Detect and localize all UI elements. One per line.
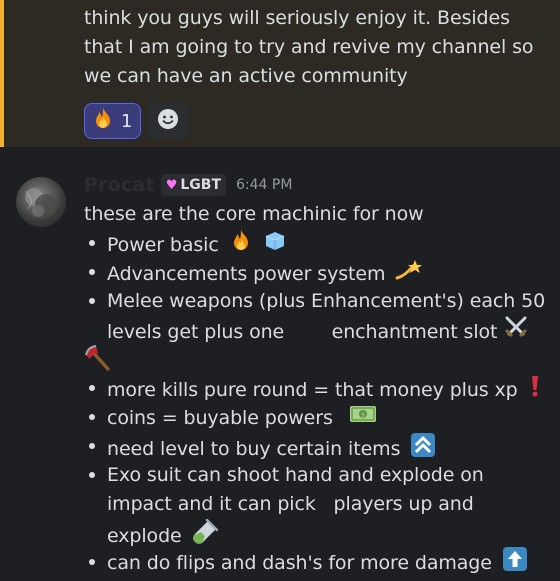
message-line: that I am going to try and revive my cha… xyxy=(84,36,534,58)
avatar[interactable] xyxy=(16,177,66,227)
add-reaction-button[interactable] xyxy=(147,103,190,139)
bullet-dot xyxy=(89,269,95,275)
list-item-text: coins = buyable powers xyxy=(107,407,333,429)
list-item: need level to buy certain items xyxy=(107,432,436,461)
crossed-swords-emoji xyxy=(503,316,529,349)
tag-label: LGBT xyxy=(180,177,222,193)
reaction-fire[interactable]: 1 xyxy=(84,103,142,139)
exclamation-emoji xyxy=(528,374,542,407)
message-line: think you guys will seriously enjoy it. … xyxy=(84,7,510,29)
list-item-continuation: levels get plus one enchantment slot xyxy=(107,316,529,345)
list-item-text: Power basic xyxy=(107,234,219,256)
fire-emoji-icon xyxy=(91,107,115,135)
bullet-dot xyxy=(89,472,95,478)
list-item-text: levels get plus one enchantment slot xyxy=(107,321,498,343)
list-item: Exo suit can shoot hand and explode on xyxy=(107,464,484,486)
add-reaction-icon xyxy=(156,107,180,135)
list-item: can do flips and dash's for more damage xyxy=(107,546,528,575)
bullet-dot xyxy=(89,385,95,391)
list-item-text: need level to buy certain items xyxy=(107,438,401,460)
message-header: Procat ♥ LGBT 6:44 PM xyxy=(84,171,292,199)
list-item-text: Advancements power system xyxy=(107,263,386,285)
mention-highlight-bar xyxy=(0,0,4,147)
list-item-continuation: impact and it can pick players up and xyxy=(107,493,474,515)
list-item-text: more kills pure round = that money plus … xyxy=(107,379,518,401)
reaction-bar: 1 xyxy=(84,103,190,139)
bullet-dot xyxy=(89,414,95,420)
pink-heart-icon: ♥ xyxy=(165,177,178,193)
list-item-continuation: explode xyxy=(107,518,218,548)
list-item-text: can do flips and dash's for more damage xyxy=(107,552,492,574)
timestamp: 6:44 PM xyxy=(236,177,293,193)
list-item: Advancements power system xyxy=(107,258,423,287)
svg-text:$: $ xyxy=(361,411,365,419)
list-item: more kills pure round = that money plus … xyxy=(107,374,542,403)
list-item: Melee weapons (plus Enhancement's) each … xyxy=(107,290,546,312)
username[interactable]: Procat xyxy=(84,174,155,196)
list-item-text: explode xyxy=(107,525,182,547)
bullet-dot xyxy=(89,298,95,304)
reaction-count: 1 xyxy=(121,110,133,132)
axe-emoji xyxy=(84,345,112,374)
list-item: coins = buyable powers $ xyxy=(107,403,377,432)
previous-message-content: think you guys will seriously enjoy it. … xyxy=(84,4,554,91)
message-line: we can have an active community xyxy=(84,65,408,87)
list-item: Power basic xyxy=(107,229,287,258)
dollar-banknote-emoji: $ xyxy=(349,403,377,434)
server-tag[interactable]: ♥ LGBT xyxy=(160,174,227,196)
bullet-dot xyxy=(89,240,95,246)
bullet-dot xyxy=(89,443,95,449)
up-arrow-emoji xyxy=(502,546,528,581)
message-intro: these are the core machinic for now xyxy=(84,203,424,225)
